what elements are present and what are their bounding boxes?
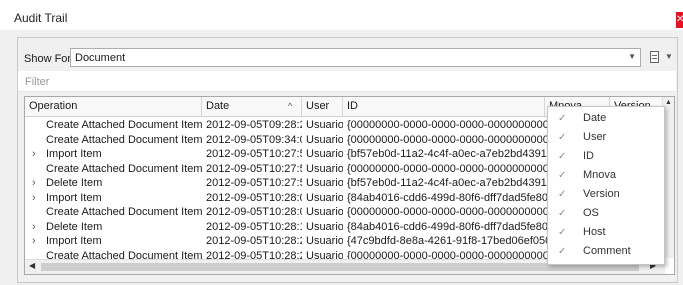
show-for-label: Show For:: [24, 53, 75, 65]
cell-user: Usuario: [306, 206, 343, 218]
scroll-left-icon[interactable]: ◀: [29, 261, 35, 270]
cell-date: 2012-09-05T10:27:50: [206, 162, 302, 175]
cell-user: Usuario: [306, 220, 343, 233]
cell-operation: Import Item: [46, 191, 102, 204]
show-for-select[interactable]: Document ▼: [70, 48, 641, 67]
cell-user: Usuario: [306, 148, 343, 160]
menu-item-version[interactable]: ✓ Version: [548, 185, 664, 204]
menu-item-mnova[interactable]: ✓ Mnova: [548, 166, 664, 185]
chevron-down-icon: ▼: [628, 52, 636, 61]
chevron-right-icon[interactable]: ›: [32, 234, 36, 249]
cell-operation: Create Attached Document Items: [46, 162, 202, 175]
sort-ascending-icon: ^: [288, 101, 293, 111]
menu-item-comment[interactable]: ✓ Comment: [548, 242, 664, 261]
check-icon: ✓: [558, 189, 567, 200]
cell-user: Usuario: [306, 162, 343, 175]
column-header-operation[interactable]: Operation: [25, 97, 202, 116]
menu-item-label: OS: [583, 207, 599, 219]
cell-operation: Import Item: [46, 235, 102, 247]
chevron-right-icon[interactable]: ›: [32, 220, 36, 235]
cell-id: {bf57eb0d-11a2-4c4f-a0ec-a7eb2bd4391a}: [347, 177, 557, 189]
column-header-date-label: Date: [206, 100, 230, 112]
check-icon: ✓: [558, 113, 567, 124]
cell-user: Usuario: [306, 235, 343, 247]
cell-id: {00000000-0000-0000-0000-000000000000}: [347, 162, 557, 175]
title-bar: Audit Trail ✕: [0, 0, 683, 30]
menu-item-label: Version: [583, 188, 620, 200]
scroll-up-icon[interactable]: ▲: [665, 99, 672, 106]
check-icon: ✓: [558, 208, 567, 219]
cell-date: 2012-09-05T10:27:50: [206, 148, 302, 160]
menu-item-label: User: [583, 131, 607, 143]
cell-operation: Create Attached Document Items: [46, 133, 202, 146]
chevron-right-icon[interactable]: ›: [32, 191, 36, 206]
cell-date: 2012-09-05T09:28:23: [206, 119, 302, 131]
cell-id: {bf57eb0d-11a2-4c4f-a0ec-a7eb2bd4391a}: [347, 148, 557, 160]
menu-item-label: Host: [583, 226, 606, 238]
check-icon: ✓: [558, 170, 567, 181]
check-icon: ✓: [558, 246, 567, 257]
column-header-date[interactable]: Date ^: [202, 97, 302, 116]
cell-id: {00000000-0000-0000-0000-000000000000}: [347, 206, 557, 218]
cell-date: 2012-09-05T10:28:09: [206, 191, 302, 204]
filter-placeholder: Filter: [25, 76, 50, 88]
menu-item-label: Mnova: [583, 169, 617, 181]
menu-item-label: Comment: [583, 245, 631, 257]
cell-user: Usuario: [306, 177, 343, 189]
cell-operation: Import Item: [46, 148, 102, 160]
columns-layout-icon: [650, 51, 659, 63]
cell-id: {84ab4016-cdd6-499d-80f6-dff7dad5fe80}: [347, 220, 552, 233]
column-visibility-menu: ✓ Date ✓ User ✓ ID ✓ Mnova ✓ Version ✓ OS ✓ Host ✓ Comm…: [547, 106, 665, 265]
cell-operation: Delete Item: [46, 220, 103, 233]
check-icon: ✓: [558, 151, 567, 162]
cell-user: Usuario: [306, 191, 343, 204]
chevron-right-icon[interactable]: ›: [32, 147, 36, 162]
menu-item-user[interactable]: ✓ User: [548, 128, 664, 147]
cell-user: Usuario: [306, 133, 343, 146]
cell-user: Usuario: [306, 119, 343, 131]
menu-item-date[interactable]: ✓ Date: [548, 109, 664, 128]
cell-operation: Create Attached Document Items: [46, 119, 202, 131]
filter-input[interactable]: Filter: [18, 71, 676, 92]
close-button[interactable]: ✕: [676, 12, 683, 28]
cell-date: 2012-09-05T10:27:54: [206, 177, 302, 189]
cell-date: 2012-09-05T10:28:09: [206, 206, 302, 218]
check-icon: ✓: [558, 132, 567, 143]
menu-item-label: ID: [583, 150, 594, 162]
cell-date: 2012-09-05T10:28:19: [206, 220, 302, 233]
menu-item-id[interactable]: ✓ ID: [548, 147, 664, 166]
audit-trail-window: Audit Trail ✕ Show For: Document ▼ ▼ Fil…: [0, 0, 683, 285]
cell-date: 2012-09-05T09:34:02: [206, 133, 302, 146]
chevron-right-icon[interactable]: ›: [32, 176, 36, 191]
cell-id: {00000000-0000-0000-0000-000000000000}: [347, 133, 557, 146]
column-header-user[interactable]: User: [302, 97, 343, 116]
menu-item-label: Date: [583, 112, 607, 124]
cell-id: {00000000-0000-0000-0000-000000000000}: [347, 119, 557, 131]
cell-operation: Delete Item: [46, 177, 103, 189]
close-icon: ✕: [676, 14, 683, 25]
check-icon: ✓: [558, 227, 567, 238]
menu-item-os[interactable]: ✓ OS: [548, 204, 664, 223]
cell-id: {84ab4016-cdd6-499d-80f6-dff7dad5fe80}: [347, 191, 552, 204]
show-for-value: Document: [75, 52, 126, 64]
cell-id: {47c9bdfd-8e8a-4261-91f8-17bed06ef050}: [347, 235, 555, 247]
column-layout-button[interactable]: ▼: [648, 49, 676, 67]
window-title: Audit Trail: [14, 11, 68, 25]
cell-operation: Create Attached Document Items: [46, 206, 202, 218]
cell-date: 2012-09-05T10:28:29: [206, 235, 302, 247]
column-header-id[interactable]: ID: [343, 97, 545, 116]
menu-item-host[interactable]: ✓ Host: [548, 223, 664, 242]
chevron-down-icon: ▼: [665, 52, 673, 61]
